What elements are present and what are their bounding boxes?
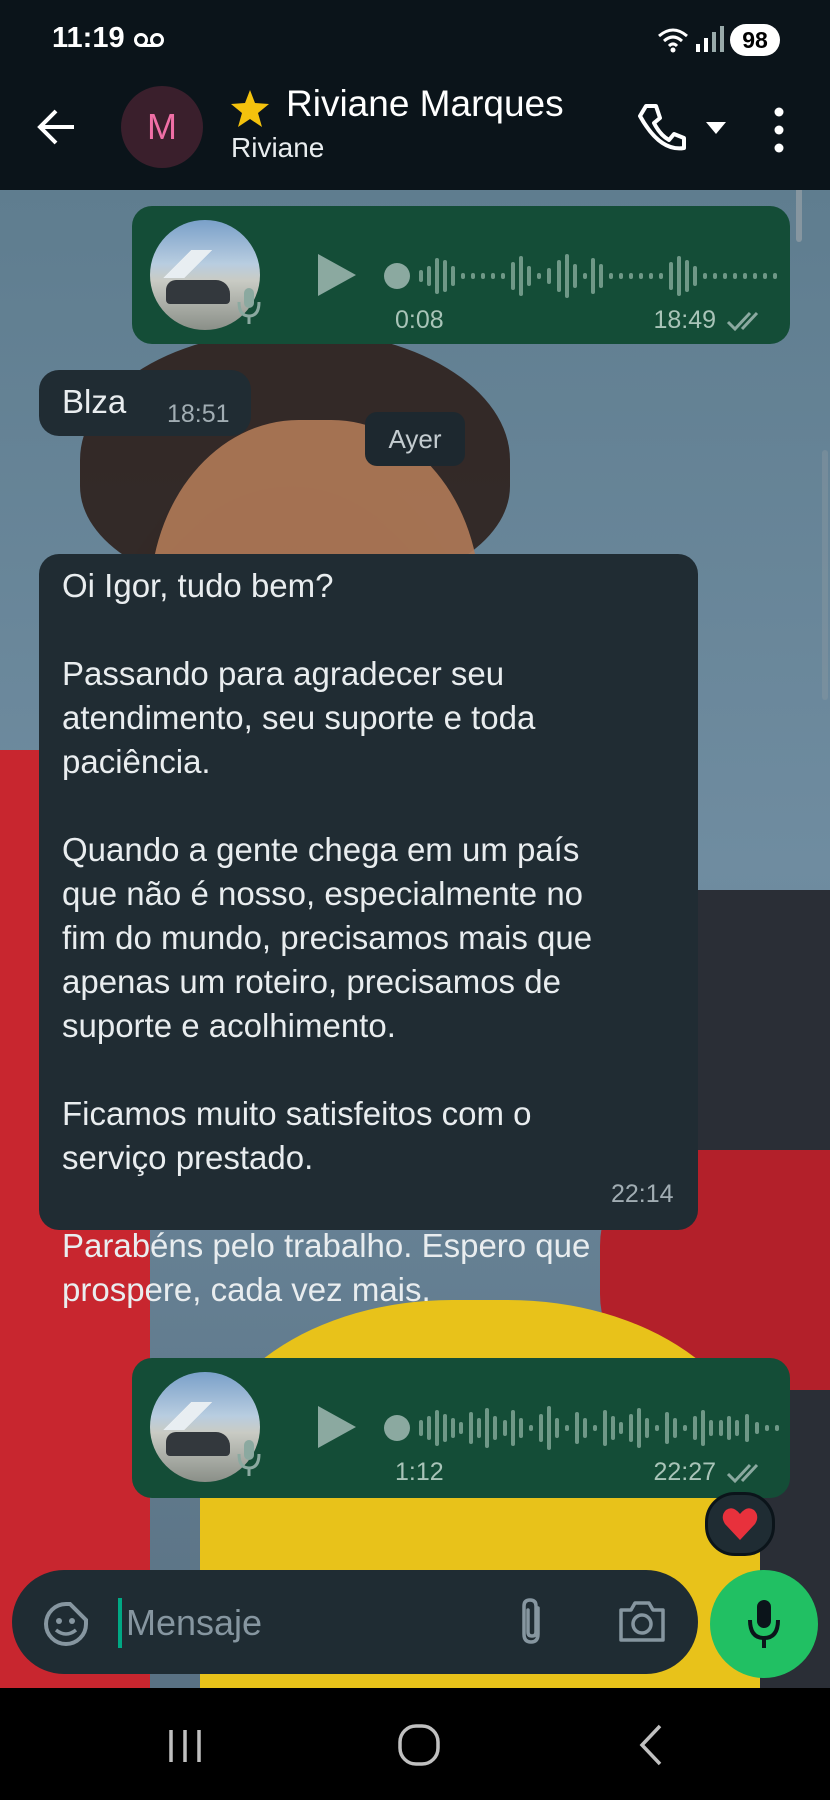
text-cursor — [118, 1598, 122, 1648]
chat-area[interactable]: 0:08 18:49 Blza 18:51 Ayer Oi Igor, tudo… — [0, 190, 830, 1688]
message-composer[interactable] — [12, 1570, 698, 1674]
voice-duration: 1:12 — [395, 1458, 444, 1486]
read-ticks-icon — [726, 311, 759, 332]
call-dropdown-icon[interactable] — [704, 120, 728, 136]
phone-icon[interactable] — [636, 100, 686, 154]
microphone-icon — [748, 1600, 780, 1648]
message-text: Blza — [62, 383, 127, 420]
paperclip-icon[interactable] — [512, 1596, 552, 1648]
back-arrow-icon[interactable] — [32, 102, 82, 152]
microphone-icon — [237, 288, 261, 324]
signal-icon — [696, 26, 724, 52]
message-time: 22:14 — [611, 1180, 674, 1208]
voice-message[interactable]: 0:08 18:49 — [132, 206, 790, 344]
battery-level: 98 — [730, 24, 780, 56]
incoming-message[interactable]: Blza 18:51 — [39, 370, 251, 436]
message-input[interactable] — [124, 1592, 488, 1654]
heart-icon — [722, 1508, 758, 1540]
wifi-icon — [658, 28, 688, 53]
read-ticks-icon — [726, 1463, 759, 1484]
contact-avatar[interactable]: M — [121, 86, 203, 168]
status-bar: 11:19 98 — [0, 0, 830, 80]
voice-message[interactable]: 1:12 22:27 — [132, 1358, 790, 1498]
incoming-message[interactable]: Oi Igor, tudo bem? Passando para agradec… — [39, 554, 698, 1308]
scrollbar[interactable] — [796, 190, 802, 242]
star-icon — [231, 90, 269, 127]
play-icon[interactable] — [310, 1402, 360, 1452]
date-separator: Ayer — [365, 412, 465, 466]
voice-seek-handle[interactable] — [384, 1415, 410, 1441]
more-vertical-icon[interactable] — [765, 102, 793, 158]
home-icon[interactable] — [396, 1722, 442, 1768]
camera-icon[interactable] — [617, 1598, 667, 1644]
voice-waveform[interactable] — [415, 246, 785, 306]
message-text: Oi Igor, tudo bem? Passando para agradec… — [62, 567, 593, 1308]
voicemail-icon — [134, 33, 164, 47]
voice-waveform[interactable] — [415, 1398, 785, 1458]
scrollbar-track[interactable] — [822, 450, 828, 700]
voice-duration: 0:08 — [395, 306, 444, 334]
record-voice-button[interactable] — [710, 1570, 818, 1678]
sticker-icon[interactable] — [42, 1600, 90, 1648]
chat-header: M Riviane Marques Riviane — [0, 80, 830, 190]
message-time: 18:49 — [653, 306, 716, 334]
recent-apps-icon[interactable] — [165, 1726, 205, 1766]
status-time: 11:19 — [52, 22, 125, 54]
contact-subtitle[interactable]: Riviane — [231, 132, 324, 164]
contact-name[interactable]: Riviane Marques — [286, 83, 564, 125]
voice-seek-handle[interactable] — [384, 263, 410, 289]
microphone-icon — [237, 1440, 261, 1476]
nav-back-icon[interactable] — [636, 1722, 666, 1768]
heart-reaction[interactable] — [705, 1492, 775, 1556]
play-icon[interactable] — [310, 250, 360, 300]
message-time: 22:27 — [653, 1458, 716, 1486]
system-nav-bar — [0, 1688, 830, 1800]
message-time: 18:51 — [167, 400, 230, 428]
